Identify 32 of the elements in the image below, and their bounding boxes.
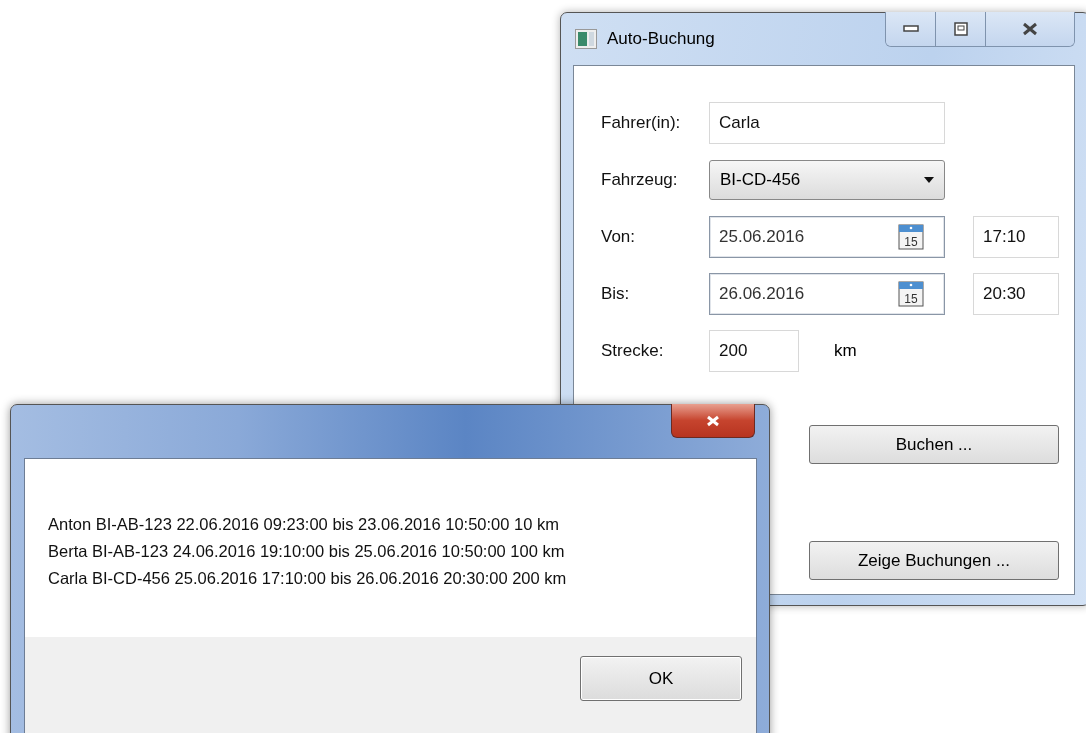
app-icon (575, 29, 597, 49)
window-title: Auto-Buchung (607, 29, 715, 49)
booking-entry: Berta BI-AB-123 24.06.2016 19:10:00 bis 25.06.2016 10:50:00 100 km (48, 541, 566, 562)
field-label: Strecke: (601, 341, 665, 361)
field-label: Von: (601, 227, 637, 247)
field-label: Bis: (601, 284, 631, 304)
close-button[interactable] (986, 12, 1074, 46)
calendar-icon[interactable]: 15 (898, 224, 924, 250)
field-label: Fahrer(in): (601, 113, 682, 133)
date-picker[interactable]: 26.06.2016 15 (709, 273, 945, 315)
vehicle-dropdown[interactable]: BI-CD-456 (709, 160, 945, 200)
show-bookings-button[interactable]: Zeige Buchungen ... (809, 541, 1059, 580)
booking-entry: Carla BI-CD-456 25.06.2016 17:10:00 bis 26.06.2016 20:30:00 200 km (48, 568, 568, 589)
book-button[interactable]: Buchen ... (809, 425, 1059, 464)
time-input[interactable]: 20:30 (973, 273, 1059, 315)
distance-input[interactable]: 200 (709, 330, 799, 372)
date-picker[interactable]: 25.06.2016 15 (709, 216, 945, 258)
field-label: Fahrzeug: (601, 170, 679, 190)
time-input[interactable]: 17:10 (973, 216, 1059, 258)
driver-input[interactable]: Carla (709, 102, 945, 144)
maximize-icon (953, 22, 968, 36)
close-button[interactable] (671, 404, 755, 438)
close-icon (705, 414, 721, 427)
caret-icon (924, 177, 934, 183)
calendar-icon[interactable]: 15 (898, 281, 924, 307)
booking-entry: Anton BI-AB-123 22.06.2016 09:23:00 bis 23.06.2016 10:50:00 10 km (48, 514, 560, 535)
maximize-button[interactable] (936, 12, 986, 46)
minimize-button[interactable] (886, 12, 936, 46)
minimize-icon (902, 25, 919, 33)
ok-button[interactable]: OK (580, 656, 742, 701)
unit-label: km (834, 341, 857, 361)
close-icon (1021, 22, 1039, 36)
